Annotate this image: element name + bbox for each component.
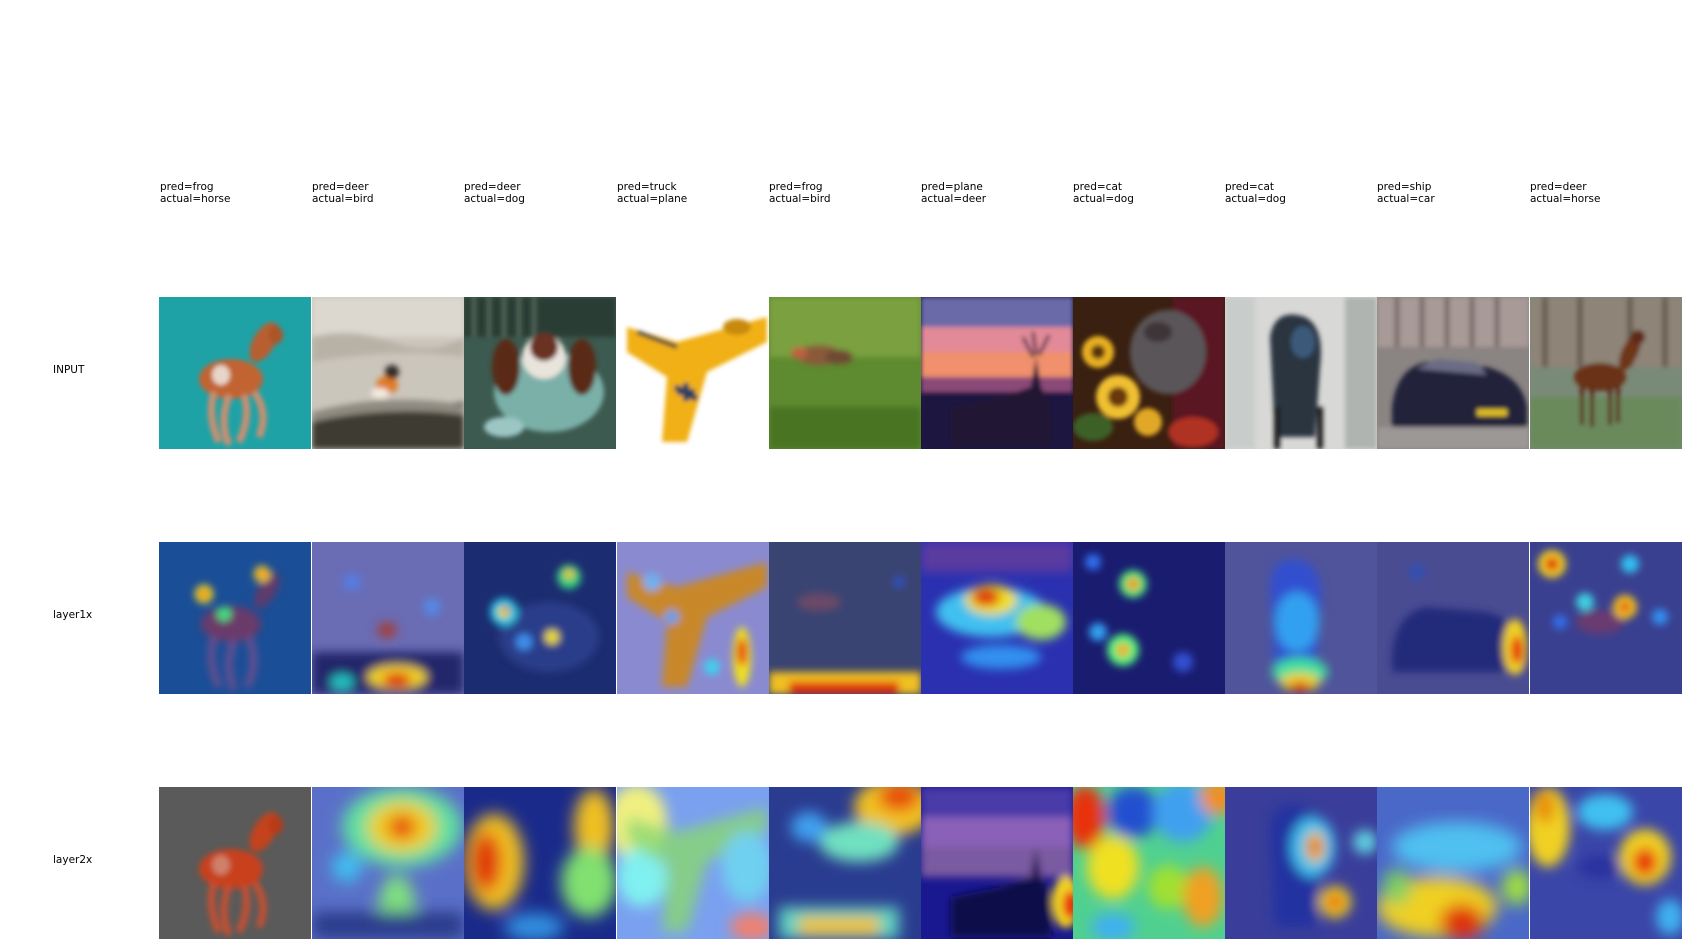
layer1x-heatmap-plane — [617, 542, 769, 694]
actual-label: actual=horse — [1530, 193, 1601, 205]
input-image-foal — [1530, 297, 1682, 449]
layer2x-heatmap-car — [1377, 787, 1529, 939]
actual-label: actual=dog — [1225, 193, 1286, 205]
caption-7: pred=cat actual=dog — [1073, 181, 1134, 205]
caption-10: pred=deer actual=horse — [1530, 181, 1600, 205]
input-image-plane — [617, 297, 769, 449]
pred-label: pred=frog — [769, 181, 823, 193]
layer2x-heatmap-deer — [921, 787, 1073, 939]
actual-label: actual=deer — [921, 193, 987, 205]
pred-label: pred=ship — [1377, 181, 1432, 193]
caption-4: pred=truck actual=plane — [617, 181, 687, 205]
caption-6: pred=plane actual=deer — [921, 181, 986, 205]
layer2x-heatmap-foal — [1530, 787, 1682, 939]
actual-label: actual=dog — [464, 193, 525, 205]
caption-2: pred=deer actual=bird — [312, 181, 374, 205]
pred-label: pred=frog — [160, 181, 214, 193]
pred-label: pred=cat — [1225, 181, 1274, 193]
actual-label: actual=plane — [617, 193, 688, 205]
input-image-horse — [159, 297, 311, 449]
input-image-bird-grass — [769, 297, 921, 449]
layer2x-heatmap-horse — [159, 787, 311, 939]
input-image-car — [1377, 297, 1529, 449]
input-image-deer — [921, 297, 1073, 449]
pred-label: pred=deer — [1530, 181, 1587, 193]
caption-3: pred=deer actual=dog — [464, 181, 525, 205]
layer2x-heatmap-plane — [617, 787, 769, 939]
input-image-bird — [312, 297, 464, 449]
input-image-dog-door — [1225, 297, 1377, 449]
actual-label: actual=bird — [769, 193, 831, 205]
pred-label: pred=deer — [464, 181, 521, 193]
layer2x-heatmap-bird — [312, 787, 464, 939]
input-image-dog — [464, 297, 616, 449]
layer1x-heatmap-foal — [1530, 542, 1682, 694]
row-label-layer1x: layer1x — [53, 609, 93, 621]
pred-label: pred=plane — [921, 181, 983, 193]
pred-label: pred=truck — [617, 181, 677, 193]
row-label-layer2x: layer2x — [53, 854, 93, 866]
row-label-input: INPUT — [53, 364, 85, 376]
layer1x-heatmap-dog — [464, 542, 616, 694]
layer1x-heatmap-sunflower-dog — [1073, 542, 1225, 694]
input-image-sunflower-dog — [1073, 297, 1225, 449]
layer1x-heatmap-bird — [312, 542, 464, 694]
layer2x-heatmap-dog-door — [1225, 787, 1377, 939]
actual-label: actual=car — [1377, 193, 1435, 205]
caption-5: pred=frog actual=bird — [769, 181, 831, 205]
layer1x-heatmap-bird-grass — [769, 542, 921, 694]
caption-9: pred=ship actual=car — [1377, 181, 1435, 205]
pred-label: pred=deer — [312, 181, 369, 193]
layer1x-heatmap-horse — [159, 542, 311, 694]
pred-label: pred=cat — [1073, 181, 1122, 193]
layer1x-heatmap-dog-door — [1225, 542, 1377, 694]
actual-label: actual=bird — [312, 193, 374, 205]
actual-label: actual=dog — [1073, 193, 1134, 205]
actual-label: actual=horse — [160, 193, 231, 205]
layer1x-heatmap-deer — [921, 542, 1073, 694]
layer2x-heatmap-dog — [464, 787, 616, 939]
caption-1: pred=frog actual=horse — [160, 181, 230, 205]
caption-8: pred=cat actual=dog — [1225, 181, 1286, 205]
layer2x-heatmap-sunflower-dog — [1073, 787, 1225, 939]
layer1x-heatmap-car — [1377, 542, 1529, 694]
layer2x-heatmap-bird-grass — [769, 787, 921, 939]
